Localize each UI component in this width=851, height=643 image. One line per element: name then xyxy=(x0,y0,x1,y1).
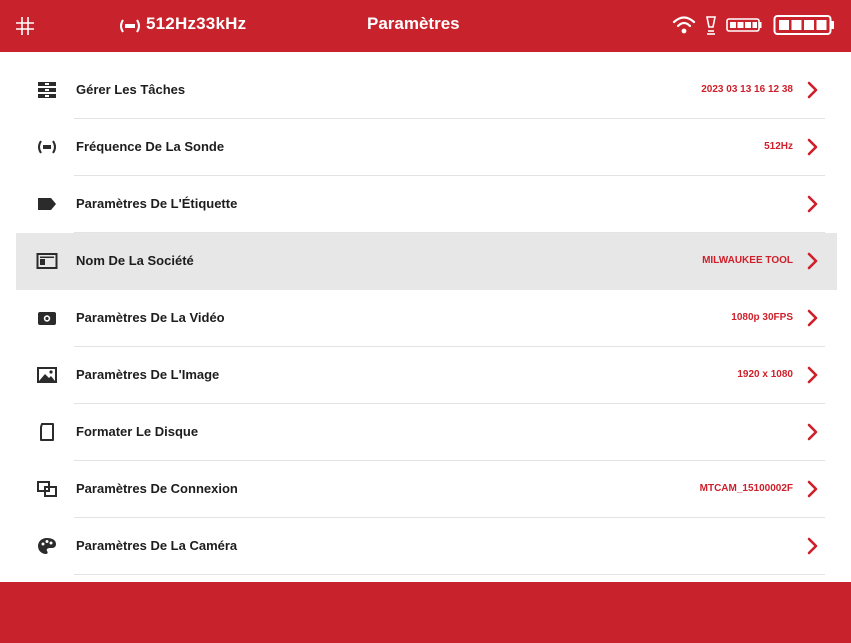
video-camera-icon xyxy=(38,312,56,325)
chevron-right-icon xyxy=(807,423,818,441)
settings-row-connection-settings[interactable]: Paramètres De Connexion MTCAM_15100002F xyxy=(16,461,837,518)
settings-row-company-name[interactable]: Nom De La Société MILWAUKEE TOOL xyxy=(16,233,837,290)
settings-row-label: Formater Le Disque xyxy=(76,424,199,439)
sonde-icon xyxy=(120,19,140,33)
header-bar: 512Hz33kHz Paramètres xyxy=(0,0,851,52)
settings-row-format-disk[interactable]: Formater Le Disque xyxy=(16,404,837,461)
chevron-right-icon xyxy=(807,480,818,498)
row-divider xyxy=(74,574,825,575)
settings-row-sonde-frequency[interactable]: Fréquence De La Sonde 512Hz xyxy=(16,119,837,176)
settings-row-value: 512Hz xyxy=(764,141,793,152)
connection-icon xyxy=(37,481,57,497)
frequency-readout: 512Hz33kHz xyxy=(146,14,247,33)
settings-row-value: 1080p 30FPS xyxy=(731,312,793,323)
settings-row-label: Paramètres De Connexion xyxy=(76,481,238,496)
settings-row-label: Fréquence De La Sonde xyxy=(76,139,225,154)
wifi-icon xyxy=(672,16,696,34)
page-title: Paramètres xyxy=(367,14,460,33)
sonde-frequency-icon xyxy=(38,140,56,154)
bottom-bar xyxy=(0,582,851,643)
settings-screen: 512Hz33kHz Paramètres Gérer Les Tâches 2… xyxy=(0,0,851,643)
palette-icon xyxy=(38,538,56,554)
battery-icon xyxy=(773,15,834,35)
chevron-right-icon xyxy=(807,309,818,327)
chevron-right-icon xyxy=(807,366,818,384)
settings-list: Gérer Les Tâches 2023 03 13 16 12 38 Fré… xyxy=(16,62,837,576)
camera-battery-icon xyxy=(726,18,762,32)
settings-row-image-settings[interactable]: Paramètres De L'Image 1920 x 1080 xyxy=(16,347,837,404)
company-card-icon xyxy=(36,253,58,269)
chevron-right-icon xyxy=(807,252,818,270)
settings-row-label: Paramètres De L'Image xyxy=(76,367,220,382)
settings-row-value: MTCAM_15100002F xyxy=(699,483,793,494)
chevron-right-icon xyxy=(807,195,818,213)
settings-row-value: 2023 03 13 16 12 38 xyxy=(701,84,793,95)
settings-row-camera-settings[interactable]: Paramètres De La Caméra xyxy=(16,518,837,575)
chevron-right-icon xyxy=(807,537,818,555)
settings-row-label: Paramètres De L'Étiquette xyxy=(76,196,238,211)
chevron-right-icon xyxy=(807,81,818,99)
settings-row-value: MILWAUKEE TOOL xyxy=(702,255,793,266)
lamp-icon xyxy=(706,16,716,35)
settings-row-label: Paramètres De La Caméra xyxy=(76,538,238,553)
settings-row-label-settings[interactable]: Paramètres De L'Étiquette xyxy=(16,176,837,233)
settings-row-label: Gérer Les Tâches xyxy=(76,82,186,97)
label-tag-icon xyxy=(38,198,56,210)
settings-row-video-settings[interactable]: Paramètres De La Vidéo 1080p 30FPS xyxy=(16,290,837,347)
tasks-icon xyxy=(38,82,56,98)
sd-card-icon xyxy=(40,423,54,441)
settings-row-value: 1920 x 1080 xyxy=(737,369,793,380)
settings-row-label: Nom De La Société xyxy=(76,253,194,268)
settings-row-label: Paramètres De La Vidéo xyxy=(76,310,225,325)
image-icon xyxy=(37,367,57,383)
chevron-right-icon xyxy=(807,138,818,156)
settings-row-manage-tasks[interactable]: Gérer Les Tâches 2023 03 13 16 12 38 xyxy=(16,62,837,119)
grid-icon[interactable] xyxy=(14,15,36,37)
